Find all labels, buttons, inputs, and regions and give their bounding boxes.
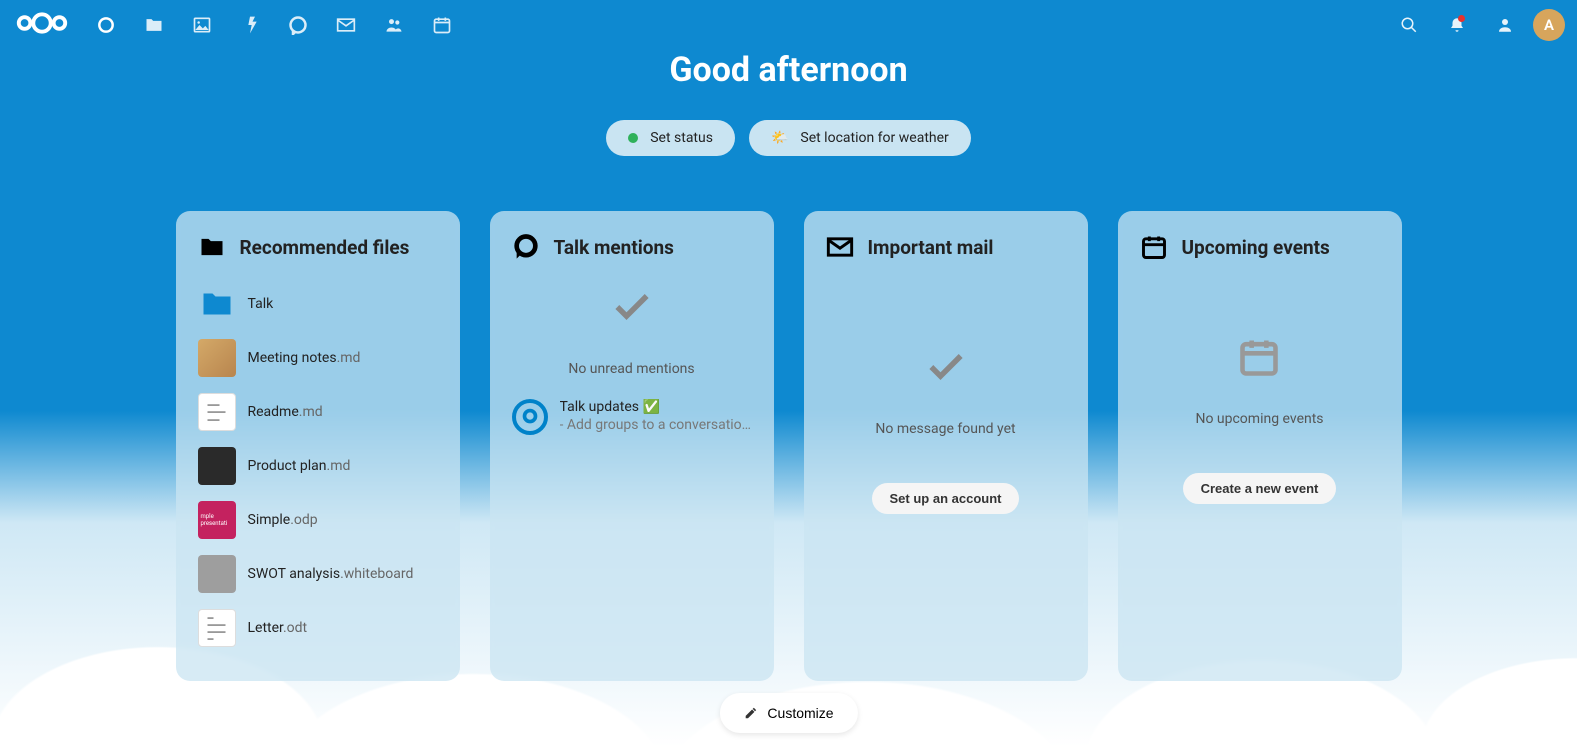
widget-title: Recommended files bbox=[240, 236, 410, 259]
calendar-empty-icon bbox=[1237, 335, 1281, 379]
file-ext: .md bbox=[327, 458, 351, 474]
file-ext: .md bbox=[299, 404, 323, 420]
set-weather-button[interactable]: 🌤️ Set location for weather bbox=[749, 120, 971, 156]
calendar-icon bbox=[1140, 233, 1168, 261]
file-thumbnail: mple presentati bbox=[198, 501, 236, 539]
file-name: Product plan bbox=[248, 458, 327, 474]
customize-label: Customize bbox=[767, 705, 833, 721]
file-item[interactable]: ▬▬▬▬▬▬▬ Readme.md bbox=[198, 393, 438, 431]
file-thumbnail: ▬▬▬▬▬▬▬ bbox=[198, 393, 236, 431]
widget-upcoming-events: Upcoming events No upcoming events Creat… bbox=[1118, 211, 1402, 681]
widget-title: Talk mentions bbox=[554, 236, 674, 259]
empty-text: No upcoming events bbox=[1195, 411, 1323, 427]
nav-photos-icon[interactable] bbox=[180, 3, 224, 47]
file-name: Meeting notes bbox=[248, 350, 337, 366]
file-ext: .whiteboard bbox=[340, 566, 413, 582]
setup-account-button[interactable]: Set up an account bbox=[872, 483, 1020, 514]
nav-activity-icon[interactable] bbox=[228, 3, 272, 47]
nav-calendar-icon[interactable] bbox=[420, 3, 464, 47]
file-item[interactable]: Meeting notes.md bbox=[198, 339, 438, 377]
widget-talk-mentions: Talk mentions No unread mentions Talk up… bbox=[490, 211, 774, 681]
mail-icon bbox=[826, 233, 854, 261]
nextcloud-logo-icon[interactable] bbox=[12, 8, 72, 42]
empty-text: No unread mentions bbox=[512, 361, 752, 377]
file-ext: .md bbox=[337, 350, 361, 366]
app-nav bbox=[84, 3, 464, 47]
widget-title: Upcoming events bbox=[1182, 236, 1330, 259]
nav-mail-icon[interactable] bbox=[324, 3, 368, 47]
file-item[interactable]: Product plan.md bbox=[198, 447, 438, 485]
nav-contacts-icon[interactable] bbox=[372, 3, 416, 47]
nav-dashboard-icon[interactable] bbox=[84, 3, 128, 47]
file-thumbnail: ▬▬▬▬▬▬▬▬ bbox=[198, 609, 236, 647]
talk-avatar-icon bbox=[512, 399, 548, 435]
pencil-icon bbox=[743, 706, 757, 720]
file-thumbnail bbox=[198, 555, 236, 593]
customize-button[interactable]: Customize bbox=[719, 693, 857, 733]
topbar: A bbox=[0, 0, 1577, 50]
file-item[interactable]: SWOT analysis.whiteboard bbox=[198, 555, 438, 593]
folder-icon bbox=[198, 233, 226, 261]
file-name: Letter bbox=[248, 620, 283, 636]
widget-important-mail: Important mail No message found yet Set … bbox=[804, 211, 1088, 681]
file-name: Simple bbox=[248, 512, 291, 528]
talk-item-subtitle: - Add groups to a conversation … bbox=[560, 417, 752, 433]
set-status-button[interactable]: Set status bbox=[606, 120, 735, 156]
checkmark-icon bbox=[610, 285, 654, 329]
folder-icon bbox=[198, 285, 236, 323]
nav-files-icon[interactable] bbox=[132, 3, 176, 47]
search-icon[interactable] bbox=[1389, 5, 1429, 45]
talk-item-title: Talk updates ✅ bbox=[560, 399, 752, 415]
set-status-label: Set status bbox=[650, 130, 713, 146]
file-name: Talk bbox=[248, 296, 274, 312]
empty-text: No message found yet bbox=[875, 421, 1015, 437]
file-thumbnail bbox=[198, 339, 236, 377]
file-name: SWOT analysis bbox=[248, 566, 341, 582]
status-online-icon bbox=[628, 133, 638, 143]
create-event-button[interactable]: Create a new event bbox=[1183, 473, 1337, 504]
file-item[interactable]: mple presentati Simple.odp bbox=[198, 501, 438, 539]
file-thumbnail bbox=[198, 447, 236, 485]
widget-title: Important mail bbox=[868, 236, 994, 259]
talk-icon bbox=[512, 233, 540, 261]
file-item[interactable]: Talk bbox=[198, 285, 438, 323]
talk-item[interactable]: Talk updates ✅ - Add groups to a convers… bbox=[512, 399, 752, 435]
checkmark-icon bbox=[924, 345, 968, 389]
contacts-menu-icon[interactable] bbox=[1485, 5, 1525, 45]
nav-talk-icon[interactable] bbox=[276, 3, 320, 47]
notifications-icon[interactable] bbox=[1437, 5, 1477, 45]
file-item[interactable]: ▬▬▬▬▬▬▬▬ Letter.odt bbox=[198, 609, 438, 647]
user-avatar[interactable]: A bbox=[1533, 9, 1565, 41]
weather-icon: 🌤️ bbox=[771, 130, 788, 146]
file-ext: .odp bbox=[290, 512, 317, 528]
widget-recommended-files: Recommended files Talk Meeting notes.md … bbox=[176, 211, 460, 681]
greeting-title: Good afternoon bbox=[0, 50, 1577, 90]
file-name: Readme bbox=[248, 404, 299, 420]
file-ext: .odt bbox=[283, 620, 307, 636]
set-weather-label: Set location for weather bbox=[800, 130, 948, 146]
